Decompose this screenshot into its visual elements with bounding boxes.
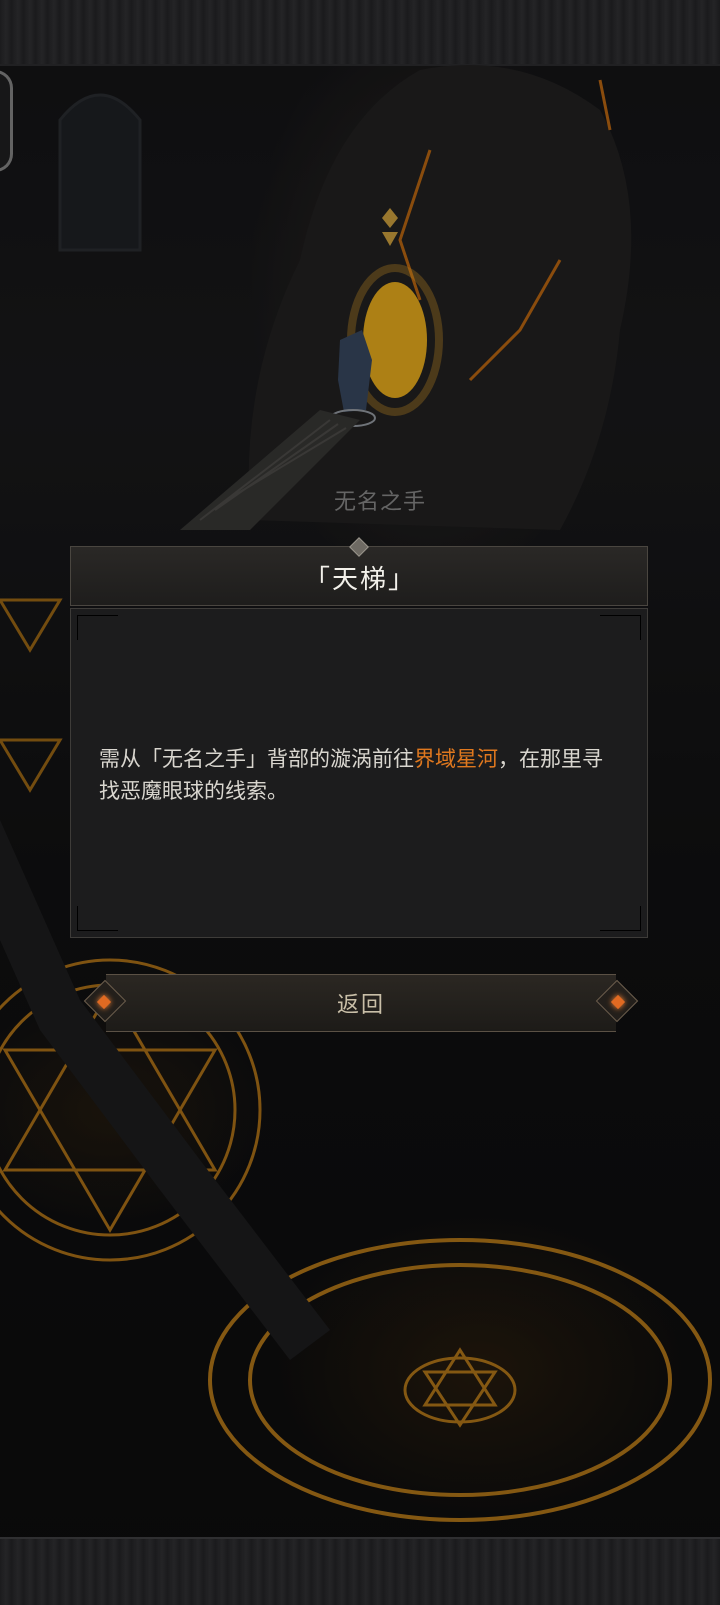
corner-ornament-icon — [77, 615, 118, 640]
corner-ornament-icon — [600, 906, 641, 931]
quest-description: 需从「无名之手」背部的漩涡前往界域星河，在那里寻找恶魔眼球的线索。 — [99, 743, 619, 807]
dialog-title: 「天梯」 — [303, 565, 416, 595]
location-highlight: 界域星河 — [414, 747, 498, 771]
corner-ornament-icon — [77, 906, 118, 931]
dialog-header: 「天梯」 — [70, 537, 648, 606]
corner-ornament-icon — [600, 615, 641, 640]
quest-dialog: 「天梯」 需从「无名之手」背部的漩涡前往界域星河，在那里寻找恶魔眼球的线索。 — [70, 537, 648, 938]
bottom-frame — [0, 1537, 720, 1605]
dialog-body: 需从「无名之手」背部的漩涡前往界域星河，在那里寻找恶魔眼球的线索。 — [70, 608, 648, 938]
back-button[interactable]: 返回 — [78, 970, 644, 1034]
game-screen: 无名之手 「天梯」 需从「无名之手」背部的漩涡前往界域星河，在那里寻找恶魔眼球的… — [0, 0, 720, 1605]
back-button-label: 返回 — [336, 993, 385, 1018]
description-text: 需从「无名之手」背部的漩涡前往 — [99, 747, 414, 771]
